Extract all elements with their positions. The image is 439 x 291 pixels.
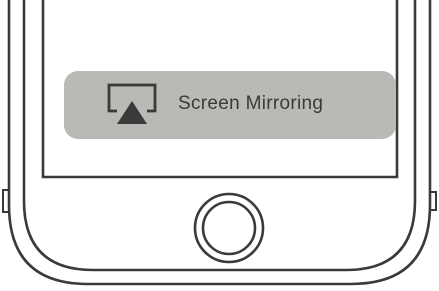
screen-mirroring-label[interactable]: Screen Mirroring — [178, 90, 323, 118]
phone-illustration — [2, 0, 437, 286]
home-button-icon[interactable] — [193, 192, 265, 264]
